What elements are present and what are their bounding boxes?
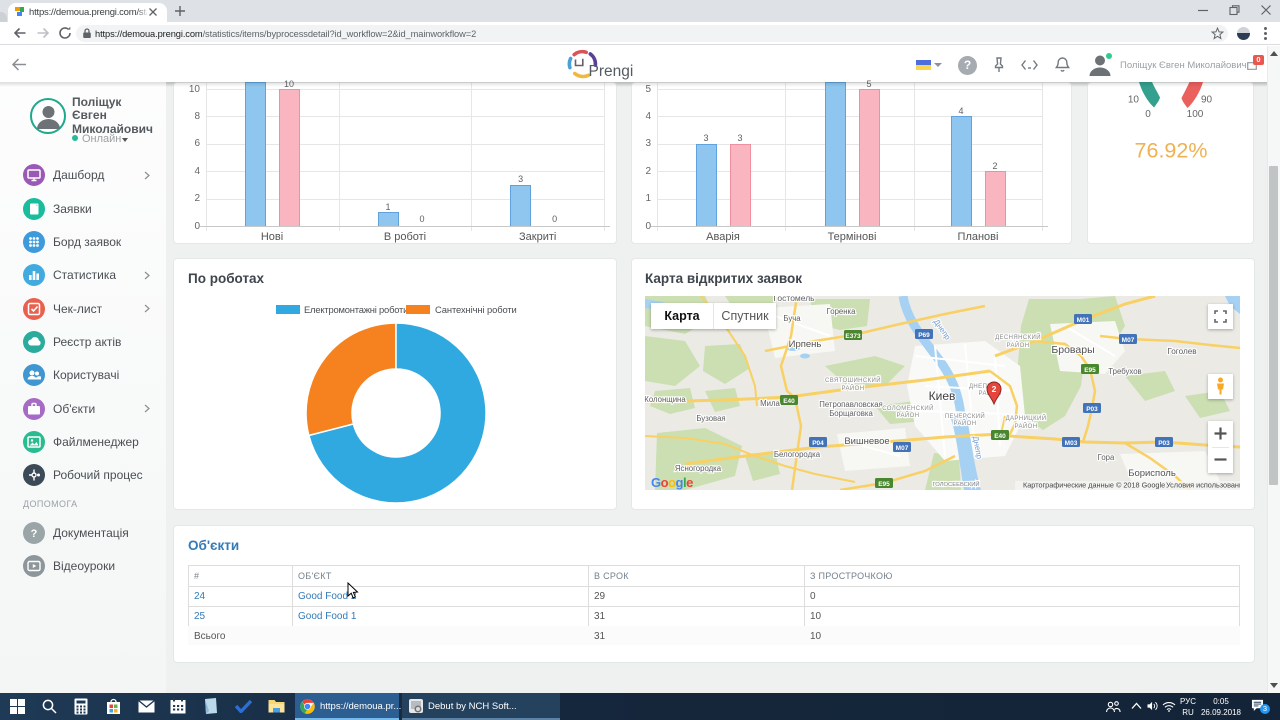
svg-text:М07: М07 [1122,337,1135,344]
svg-text:Е95: Е95 [1084,367,1096,374]
svg-text:Гора: Гора [1098,453,1115,462]
svg-text:Условия использования: Условия использования [1166,481,1240,490]
svg-text:Борщаговка: Борщаговка [829,409,873,418]
svg-text:Белогородка: Белогородка [774,450,821,459]
svg-text:?: ? [31,528,38,540]
svg-text:Е40: Е40 [994,433,1006,440]
svg-text:100: 100 [1187,109,1204,120]
svg-text:10: 10 [1128,95,1140,106]
svg-text:Колонщина: Колонщина [645,395,686,404]
svg-text:0: 0 [1145,109,1151,120]
svg-text:Бузовая: Бузовая [696,414,725,423]
svg-text:РАЙОН: РАЙОН [1015,422,1038,430]
svg-text:Вишневое: Вишневое [844,436,889,447]
svg-text:Ясногородка: Ясногородка [675,464,722,473]
svg-text:ДАРНИЦКИЙ: ДАРНИЦКИЙ [1006,414,1047,422]
svg-text:РАЙОН: РАЙОН [1007,341,1030,349]
svg-text:РАЙОН: РАЙОН [842,384,865,392]
svg-text:Р04: Р04 [812,440,824,447]
svg-text:Буча: Буча [783,314,801,323]
svg-text:РАЙОН: РАЙОН [954,419,977,427]
svg-text:Требухов: Требухов [1108,367,1141,376]
svg-text:Мила: Мила [760,399,780,408]
svg-text:Prengi: Prengi [589,63,634,80]
svg-text:Картографические данные © 2018: Картографические данные © 2018 Google [1023,481,1165,490]
svg-text:Ирпень: Ирпень [789,339,822,350]
svg-text:ДЕСНЯНСКИЙ: ДЕСНЯНСКИЙ [995,333,1041,341]
svg-text:Гоголев: Гоголев [1167,347,1196,356]
svg-text:М07: М07 [896,445,909,452]
svg-text:Борисполь: Борисполь [1128,468,1176,479]
svg-text:Киев: Киев [929,389,956,403]
svg-text:Р03: Р03 [1086,406,1098,413]
svg-text:СВЯТОШИНСКИЙ: СВЯТОШИНСКИЙ [825,376,881,384]
svg-text:Е40: Е40 [783,398,795,405]
svg-text:Петропавловская: Петропавловская [819,400,883,409]
svg-text:ГОЛОСЕЕВСКИЙ: ГОЛОСЕЕВСКИЙ [932,480,979,488]
svg-text:Е373: Е373 [845,333,861,340]
svg-text:М03: М03 [1065,440,1078,447]
svg-text:Р69: Р69 [918,332,930,339]
svg-text:Е95: Е95 [878,481,890,488]
svg-text:РАЙОН: РАЙОН [897,411,920,419]
svg-text:СОЛОМЕНСКИЙ: СОЛОМЕНСКИЙ [882,404,934,412]
svg-text:Гостомель: Гостомель [773,296,815,303]
svg-text:Бровары: Бровары [1051,344,1094,356]
svg-text:76.92%: 76.92% [1135,139,1208,163]
svg-text:ПЕЧЕРСКИЙ: ПЕЧЕРСКИЙ [945,412,985,420]
svg-text:М01: М01 [1077,317,1090,324]
svg-text:90: 90 [1201,95,1213,106]
svg-text:2: 2 [992,384,997,394]
svg-text:Горенка: Горенка [827,307,857,316]
svg-text:Р03: Р03 [1158,440,1170,447]
